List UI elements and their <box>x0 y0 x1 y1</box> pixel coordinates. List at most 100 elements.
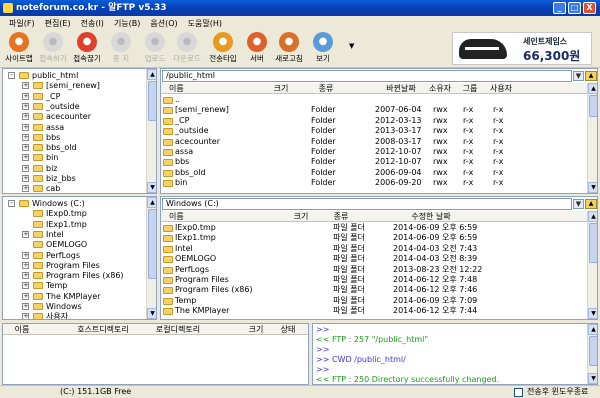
col-user[interactable]: 사용자 <box>486 83 516 94</box>
expand-icon[interactable]: + <box>22 102 29 110</box>
menu-function[interactable]: 기능(B) <box>109 18 145 29</box>
table-row[interactable]: .. <box>163 95 583 105</box>
toolbar-button-7[interactable]: ● 서버 <box>240 32 274 64</box>
table-row[interactable]: IExp1.tmp 파일 폴더 2014-06-09 오후 6:59 <box>163 233 583 243</box>
log-pane[interactable]: >> << FTP : 257 "/public_html" >> >> CWD /p… <box>312 323 598 385</box>
expand-icon[interactable]: + <box>22 185 29 193</box>
scroll-down-icon[interactable]: ▼ <box>147 182 156 193</box>
col-name[interactable]: 이름 <box>163 83 233 94</box>
table-row[interactable]: The KMPlayer 파일 폴더 2014-06-12 오후 7:44 <box>163 306 583 316</box>
expand-icon[interactable]: + <box>22 144 29 152</box>
shutdown-checkbox[interactable] <box>514 388 523 397</box>
local-list-scrollbar[interactable]: ▲ ▼ <box>587 211 597 319</box>
remote-tree-item[interactable]: + bin <box>22 153 58 163</box>
table-row[interactable]: Program Files 파일 폴더 2014-06-12 오후 7:48 <box>163 275 583 285</box>
col-date[interactable]: 바뀐날짜 <box>376 83 426 94</box>
scroll-thumb[interactable] <box>589 336 597 366</box>
local-tree-item[interactable]: OEMLOGO <box>23 240 87 250</box>
ad-banner[interactable]: 세인트제임스 66,300원 <box>452 32 592 65</box>
table-row[interactable]: OEMLOGO 파일 폴더 2014-04-03 오전 8:39 <box>163 254 583 264</box>
local-tree-item[interactable]: + PerfLogs <box>22 251 80 261</box>
table-row[interactable]: assa Folder 2012-10-07 rwx r-x r-x <box>163 147 583 157</box>
local-tree-item[interactable]: + Program Files <box>22 261 100 271</box>
expand-icon[interactable]: + <box>22 133 29 141</box>
local-tree-item[interactable]: - Windows (C:) <box>8 199 85 209</box>
local-tree-item[interactable]: + Windows <box>22 302 82 312</box>
col-type[interactable]: 종류 <box>321 211 361 222</box>
col-name[interactable]: 이름 <box>7 324 37 335</box>
scroll-down-icon[interactable]: ▼ <box>588 182 597 193</box>
scroll-up-icon[interactable]: ▲ <box>588 324 597 335</box>
remote-tree-item[interactable]: + assa <box>22 123 64 133</box>
toolbar-button-5[interactable]: ● 다운로드 <box>170 32 204 64</box>
log-scrollbar[interactable]: ▲ ▼ <box>587 324 597 384</box>
remote-list-pane[interactable]: /public_html ▼ ▲ 이름 크기 종류 바뀐날짜 소유자 그룹 사용… <box>160 68 598 194</box>
remote-list-scrollbar[interactable]: ▲ ▼ <box>587 83 597 193</box>
toolbar-button-9[interactable]: ● 보기 <box>306 32 340 64</box>
table-row[interactable]: bin Folder 2006-09-20 rwx r-x r-x <box>163 178 583 188</box>
expand-icon[interactable]: + <box>22 82 29 90</box>
table-row[interactable]: acecounter Folder 2008-03-17 rwx r-x r-x <box>163 137 583 147</box>
table-row[interactable]: [semi_renew] Folder 2007-06-04 rwx r-x r-x <box>163 105 583 115</box>
expand-icon[interactable]: + <box>22 251 29 259</box>
expand-icon[interactable]: + <box>22 230 29 238</box>
close-button[interactable]: X <box>583 2 596 14</box>
scroll-thumb[interactable] <box>589 95 597 117</box>
local-folder-up-icon[interactable]: ▲ <box>585 199 597 209</box>
table-row[interactable]: IExp0.tmp 파일 폴더 2014-06-09 오후 6:59 <box>163 223 583 233</box>
toolbar-button-4[interactable]: ● 업로드 <box>138 32 172 64</box>
expand-icon[interactable]: + <box>22 92 29 100</box>
expand-icon[interactable]: + <box>22 282 29 290</box>
remote-folder-up-icon[interactable]: ▲ <box>585 71 597 81</box>
table-row[interactable]: _CP Folder 2012-03-13 rwx r-x r-x <box>163 116 583 126</box>
table-row[interactable]: Temp 파일 폴더 2014-06-09 오후 7:09 <box>163 296 583 306</box>
remote-path-input[interactable]: /public_html <box>162 70 572 82</box>
col-owner[interactable]: 소유자 <box>426 83 454 94</box>
toolbar-button-6[interactable]: ● 전송타입 <box>206 32 240 64</box>
remote-tree-item[interactable]: + biz <box>22 164 58 174</box>
remote-tree-item[interactable]: - public_html <box>8 71 78 81</box>
scroll-thumb[interactable] <box>589 223 597 263</box>
remote-tree-scrollbar[interactable]: ▲ ▼ <box>146 69 156 193</box>
expand-icon[interactable]: + <box>22 292 29 300</box>
menu-help[interactable]: 도움말(H) <box>183 18 227 29</box>
table-row[interactable]: Program Files (x86) 파일 폴더 2014-06-12 오후 7:… <box>163 285 583 295</box>
menu-file[interactable]: 파일(F) <box>4 18 40 29</box>
scroll-down-icon[interactable]: ▼ <box>147 308 156 319</box>
expand-icon[interactable]: + <box>22 113 29 121</box>
remote-tree-item[interactable]: + biz_bbs <box>22 174 76 184</box>
expand-icon[interactable]: + <box>22 164 29 172</box>
toolbar-button-3[interactable]: ● 중 지 <box>104 32 138 64</box>
table-row[interactable]: _outside Folder 2013-03-17 rwx r-x r-x <box>163 126 583 136</box>
expand-icon[interactable]: + <box>22 123 29 131</box>
col-size[interactable]: 크기 <box>241 324 271 335</box>
col-host-dir[interactable]: 호스트디렉토리 <box>68 324 138 335</box>
col-local-dir[interactable]: 로컬디렉토리 <box>143 324 213 335</box>
local-tree-item[interactable]: + The KMPlayer <box>22 292 100 302</box>
local-tree-item[interactable]: + 사용자 <box>22 312 68 319</box>
col-modified[interactable]: 수정한 날짜 <box>391 211 471 222</box>
toolbar-button-2[interactable]: ● 접속끊기 <box>70 32 104 64</box>
expand-icon[interactable]: + <box>22 313 29 319</box>
col-name[interactable]: 이름 <box>163 211 233 222</box>
scroll-up-icon[interactable]: ▲ <box>588 83 597 94</box>
menu-edit[interactable]: 편집(E) <box>40 18 76 29</box>
remote-tree-item[interactable]: + [semi_renew] <box>22 81 100 91</box>
minimize-button[interactable]: _ <box>553 2 566 14</box>
toolbar-button-8[interactable]: ● 새로고침 <box>272 32 306 64</box>
table-row[interactable]: Intel 파일 폴더 2014-04-03 오전 7:43 <box>163 244 583 254</box>
remote-tree-item[interactable]: + _outside <box>22 102 80 112</box>
expand-icon[interactable]: + <box>22 154 29 162</box>
toolbar-overflow-icon[interactable]: ▼ <box>349 42 354 50</box>
scroll-down-icon[interactable]: ▼ <box>588 308 597 319</box>
local-tree-item[interactable]: IExp0.tmp <box>23 209 87 219</box>
local-list-pane[interactable]: Windows (C:) ▼ ▲ 이름 크기 종류 수정한 날짜 IExp0.t… <box>160 196 598 320</box>
collapse-icon[interactable]: - <box>8 200 15 207</box>
local-path-dropdown-icon[interactable]: ▼ <box>573 199 584 209</box>
local-tree-scrollbar[interactable]: ▲ ▼ <box>146 197 156 319</box>
local-path-input[interactable]: Windows (C:) <box>162 198 572 210</box>
menu-transfer[interactable]: 전송(I) <box>76 18 109 29</box>
scroll-thumb[interactable] <box>148 81 156 121</box>
local-tree-item[interactable]: + Intel <box>22 230 64 240</box>
scroll-thumb[interactable] <box>148 209 156 279</box>
